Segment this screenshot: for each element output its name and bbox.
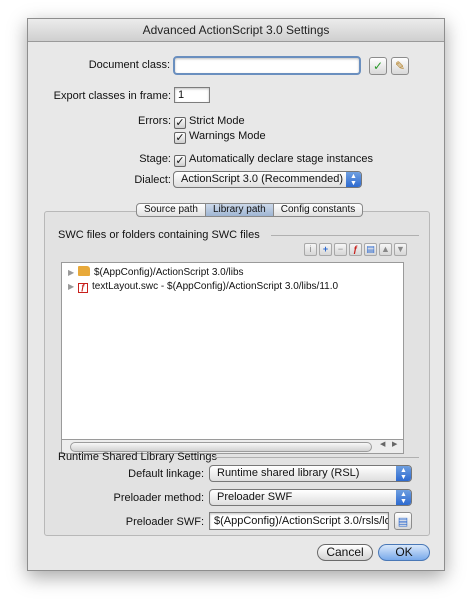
preloader-method-select[interactable]: Preloader SWF ▲ ▼ bbox=[209, 489, 412, 506]
check-class-button[interactable]: ✓ bbox=[369, 57, 387, 75]
swc-list[interactable]: ▶ $(AppConfig)/ActionScript 3.0/libs ▶ ƒ te… bbox=[61, 262, 404, 440]
list-item[interactable]: ▶ $(AppConfig)/ActionScript 3.0/libs bbox=[68, 266, 244, 280]
scroll-left-icon[interactable]: ◀ bbox=[380, 440, 385, 448]
folder-icon bbox=[78, 266, 90, 276]
checkbox-checked-icon: ✓ bbox=[174, 132, 186, 144]
strict-mode-checkbox[interactable]: ✓ Strict Mode bbox=[174, 115, 245, 129]
preloader-swf-input[interactable]: $(AppConfig)/ActionScript 3.0/rsls/lo bbox=[209, 512, 389, 530]
up-down-arrows-icon: ▲ ▼ bbox=[346, 172, 361, 187]
cancel-button[interactable]: Cancel bbox=[317, 544, 373, 561]
default-linkage-select[interactable]: Runtime shared library (RSL) ▲ ▼ bbox=[209, 465, 412, 482]
stage-label: Stage: bbox=[139, 153, 171, 165]
scroll-right-icon[interactable]: ▶ bbox=[392, 440, 397, 448]
move-down-icon[interactable]: ▼ bbox=[394, 243, 407, 256]
tab-source-path[interactable]: Source path bbox=[136, 203, 206, 217]
disclosure-triangle-icon[interactable]: ▶ bbox=[68, 266, 78, 280]
default-linkage-value: Runtime shared library (RSL) bbox=[217, 467, 360, 479]
strict-mode-label: Strict Mode bbox=[189, 115, 245, 127]
tab-bar: Source path Library path Config constant… bbox=[136, 203, 364, 217]
disclosure-triangle-icon[interactable]: ▶ bbox=[68, 280, 78, 294]
up-down-arrows-icon: ▲ ▼ bbox=[396, 490, 411, 505]
rsl-heading: Runtime Shared Library Settings bbox=[58, 451, 217, 463]
list-item[interactable]: ▶ ƒ textLayout.swc - $(AppConfig)/ActionSc… bbox=[68, 280, 338, 294]
dialect-value: ActionScript 3.0 (Recommended) bbox=[181, 173, 344, 185]
export-frame-label: Export classes in frame: bbox=[53, 90, 171, 102]
auto-declare-checkbox[interactable]: ✓ Automatically declare stage instances bbox=[174, 153, 373, 167]
swc-add-icon[interactable]: ƒ bbox=[349, 243, 362, 256]
export-frame-input[interactable]: 1 bbox=[174, 87, 210, 103]
auto-declare-label: Automatically declare stage instances bbox=[189, 153, 374, 165]
warnings-mode-label: Warnings Mode bbox=[189, 130, 266, 142]
warnings-mode-checkbox[interactable]: ✓ Warnings Mode bbox=[174, 130, 266, 144]
document-class-label: Document class: bbox=[88, 59, 170, 71]
document-class-input[interactable] bbox=[173, 56, 361, 75]
group-divider bbox=[214, 457, 419, 458]
preloader-method-value: Preloader SWF bbox=[217, 491, 293, 503]
dialect-select[interactable]: ActionScript 3.0 (Recommended) ▲ ▼ bbox=[173, 171, 362, 188]
list-item-label: textLayout.swc - $(AppConfig)/ActionScri… bbox=[92, 281, 339, 292]
swc-file-icon: ƒ bbox=[78, 283, 88, 293]
edit-class-button[interactable]: ✎ bbox=[391, 57, 409, 75]
settings-dialog: Advanced ActionScript 3.0 Settings Docum… bbox=[27, 18, 445, 571]
remove-icon[interactable]: − bbox=[334, 243, 347, 256]
folder-browse-icon: ▤ bbox=[397, 515, 409, 528]
errors-label: Errors: bbox=[138, 115, 171, 127]
swc-heading: SWC files or folders containing SWC file… bbox=[58, 229, 260, 241]
checkbox-checked-icon: ✓ bbox=[174, 117, 186, 129]
tab-library-path[interactable]: Library path bbox=[205, 203, 274, 217]
tab-config-constants[interactable]: Config constants bbox=[273, 203, 364, 217]
folder-browse-icon[interactable]: ▤ bbox=[364, 243, 377, 256]
info-icon[interactable]: i bbox=[304, 243, 317, 256]
pencil-icon: ✎ bbox=[394, 59, 406, 73]
browse-button[interactable]: ▤ bbox=[394, 512, 412, 530]
default-linkage-label: Default linkage: bbox=[128, 468, 204, 480]
checkbox-checked-icon: ✓ bbox=[174, 155, 186, 167]
preloader-swf-label: Preloader SWF: bbox=[125, 516, 204, 528]
window-title: Advanced ActionScript 3.0 Settings bbox=[28, 19, 444, 42]
dialect-label: Dialect: bbox=[134, 174, 171, 186]
preloader-method-label: Preloader method: bbox=[113, 492, 205, 504]
add-icon[interactable]: + bbox=[319, 243, 332, 256]
ok-button[interactable]: OK bbox=[378, 544, 430, 561]
move-up-icon[interactable]: ▲ bbox=[379, 243, 392, 256]
up-down-arrows-icon: ▲ ▼ bbox=[396, 466, 411, 481]
checkmark-icon: ✓ bbox=[372, 59, 384, 73]
group-divider bbox=[271, 235, 419, 236]
list-item-label: $(AppConfig)/ActionScript 3.0/libs bbox=[94, 267, 244, 278]
